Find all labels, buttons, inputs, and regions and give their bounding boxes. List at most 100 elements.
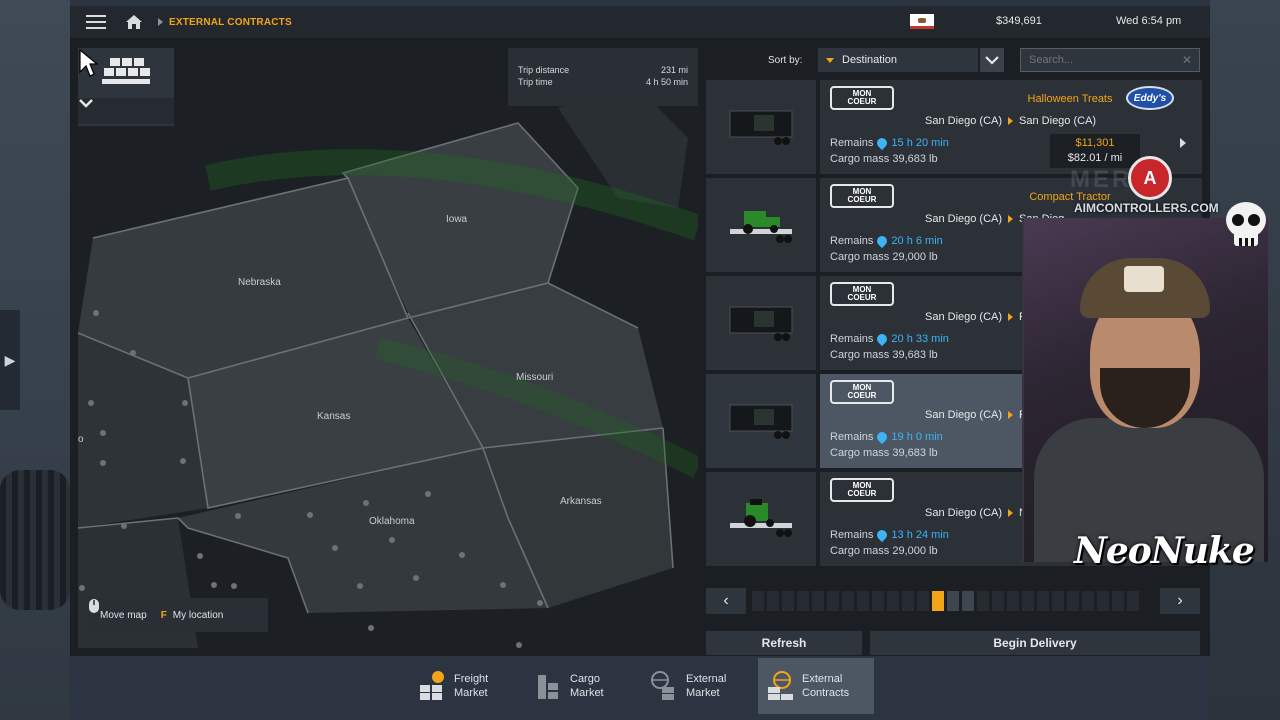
- sort-dropdown-toggle[interactable]: [980, 48, 1004, 72]
- trip-time-label: Trip time: [518, 77, 553, 87]
- route-map[interactable]: Iowa Nebraska Missouri Kansas Arkansas O…: [78, 48, 698, 648]
- expand-job-icon[interactable]: [1180, 138, 1186, 148]
- remaining-time: Remains 15 h 20 min: [830, 135, 949, 151]
- cap-patch: [1124, 266, 1164, 292]
- time-icon: [875, 233, 890, 249]
- page-dot[interactable]: [1112, 591, 1124, 611]
- next-page-button[interactable]: ›: [1160, 588, 1200, 614]
- page-dot[interactable]: [812, 591, 824, 611]
- page-dot[interactable]: [962, 591, 974, 611]
- state-label-edge: o: [78, 434, 84, 445]
- chevron-down-icon: [985, 55, 999, 65]
- page-dot[interactable]: [917, 591, 929, 611]
- page-dot[interactable]: [827, 591, 839, 611]
- side-panel-toggle[interactable]: ▶: [0, 310, 20, 410]
- search-input[interactable]: [1020, 48, 1200, 72]
- box-trailer-icon: [729, 110, 793, 145]
- tab-cargo-market[interactable]: Cargo Market: [526, 658, 642, 714]
- state-flag-icon: [910, 14, 934, 29]
- chevron-right-icon: ▶: [4, 351, 16, 368]
- route-arrow-icon: [1008, 509, 1014, 517]
- page-dot[interactable]: [902, 591, 914, 611]
- page-dot[interactable]: [1037, 591, 1049, 611]
- state-label-iowa: Iowa: [446, 214, 468, 225]
- remaining-time: Remains 19 h 0 min: [830, 429, 943, 445]
- bottom-navigation: Freight Market Cargo Market External Market…: [410, 658, 874, 714]
- map-controls: Move map F My location: [88, 598, 268, 632]
- page-dot[interactable]: [872, 591, 884, 611]
- flatbed-tractor-icon: [730, 499, 792, 537]
- top-bar: EXTERNAL CONTRACTS $349,691 Wed 6:54 pm: [70, 6, 1210, 38]
- cargo-mass: Cargo mass 29,000 lb: [830, 251, 938, 263]
- page-dot-active[interactable]: [932, 591, 944, 611]
- page-dot[interactable]: [752, 591, 764, 611]
- clear-search-icon[interactable]: ✕: [1182, 53, 1192, 67]
- tab-label: Freight: [454, 673, 489, 685]
- previous-page-button[interactable]: ‹: [706, 588, 746, 614]
- page-dot[interactable]: [767, 591, 779, 611]
- trip-distance-label: Trip distance: [518, 65, 570, 75]
- page-dot[interactable]: [1127, 591, 1139, 611]
- page-dot[interactable]: [992, 591, 1004, 611]
- company-logo: MON COEUR: [830, 282, 894, 306]
- webcam-overlay: [1022, 218, 1268, 562]
- page-dot[interactable]: [1097, 591, 1109, 611]
- page-dot[interactable]: [842, 591, 854, 611]
- page-dots: [752, 591, 1139, 611]
- breadcrumb-arrow-icon: [158, 18, 163, 26]
- company-logo: MON COEUR: [830, 184, 894, 208]
- page-dot[interactable]: [1007, 591, 1019, 611]
- money-balance: $349,691: [996, 15, 1042, 27]
- trailer-thumbnail: [706, 276, 816, 370]
- cargo-market-icon: [538, 675, 558, 699]
- begin-delivery-button[interactable]: Begin Delivery: [870, 631, 1200, 655]
- client-logo: Eddy's: [1126, 86, 1174, 110]
- route: San Diego (CA)N: [925, 507, 1027, 519]
- tab-external-contracts[interactable]: External Contracts: [758, 658, 874, 714]
- page-dot[interactable]: [782, 591, 794, 611]
- company-logo: MON COEUR: [830, 478, 894, 502]
- page-dot[interactable]: [797, 591, 809, 611]
- page-dot[interactable]: [947, 591, 959, 611]
- sort-label: Sort by:: [768, 55, 803, 66]
- page-dot[interactable]: [857, 591, 869, 611]
- page-dot[interactable]: [1022, 591, 1034, 611]
- breadcrumb[interactable]: EXTERNAL CONTRACTS: [169, 17, 292, 28]
- page-dot[interactable]: [1067, 591, 1079, 611]
- tab-freight-market[interactable]: Freight Market: [410, 658, 526, 714]
- menu-icon[interactable]: [70, 6, 122, 38]
- my-location-button[interactable]: My location: [173, 610, 224, 621]
- state-label-missouri: Missouri: [516, 372, 554, 383]
- refresh-button[interactable]: Refresh: [706, 631, 862, 655]
- chevron-down-icon: [79, 99, 93, 108]
- tab-external-market[interactable]: External Market: [642, 658, 758, 714]
- home-icon[interactable]: [122, 6, 146, 38]
- page-dot[interactable]: [1052, 591, 1064, 611]
- trip-distance-value: 231 mi: [660, 65, 688, 75]
- page-dot[interactable]: [887, 591, 899, 611]
- expand-trailer-options[interactable]: [78, 98, 174, 124]
- map-states: [78, 48, 698, 648]
- page-dot[interactable]: [1082, 591, 1094, 611]
- cargo-mass: Cargo mass 29,000 lb: [830, 545, 938, 557]
- remaining-time: Remains 20 h 33 min: [830, 331, 949, 347]
- my-location-key: F: [160, 609, 167, 621]
- sort-direction-icon: [826, 57, 834, 63]
- page-dot[interactable]: [977, 591, 989, 611]
- cargo-mass: Cargo mass 39,683 lb: [830, 153, 938, 165]
- box-trailer-icon: [729, 404, 793, 439]
- sort-dropdown[interactable]: Destination: [818, 48, 978, 72]
- cargo-mass: Cargo mass 39,683 lb: [830, 447, 938, 459]
- external-market-icon: [651, 671, 674, 700]
- state-label-kansas: Kansas: [317, 411, 351, 422]
- watermark-text: MER: [1070, 166, 1133, 193]
- job-item[interactable]: MON COEUR Halloween Treats Eddy's San Die…: [706, 80, 1202, 176]
- mouse-cursor-icon: [79, 48, 98, 77]
- box-trailer-icon: [729, 306, 793, 341]
- route-arrow-icon: [1008, 117, 1014, 125]
- cargo-boxes-icon: [102, 58, 150, 84]
- route: San Diego (CA)F: [925, 409, 1026, 421]
- sort-value: Destination: [842, 54, 898, 66]
- external-contracts-icon: [768, 671, 793, 700]
- route-arrow-icon: [1008, 313, 1014, 321]
